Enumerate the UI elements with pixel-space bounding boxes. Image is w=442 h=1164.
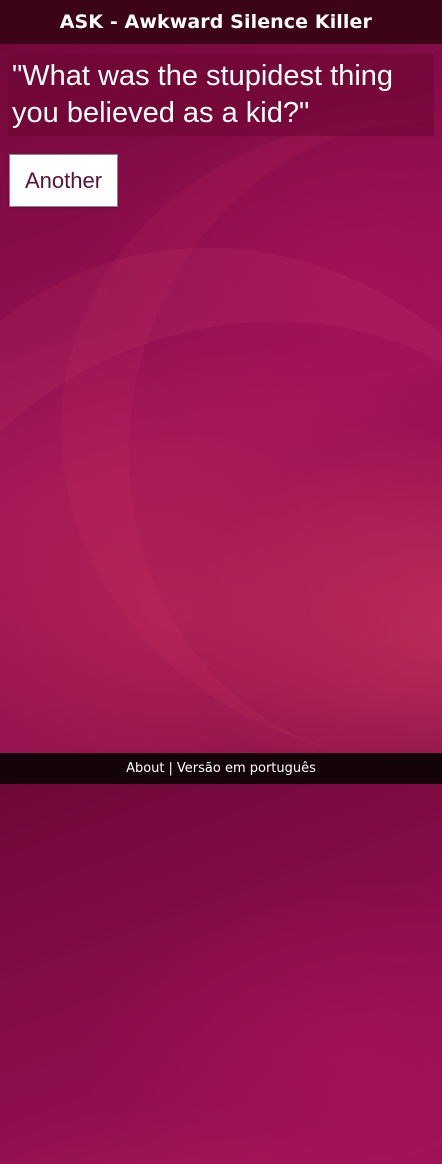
app-header: ASK - Awkward Silence Killer xyxy=(0,0,442,44)
another-question-button[interactable]: Another xyxy=(9,154,118,207)
background-swoosh xyxy=(0,125,442,1164)
footer-separator: | xyxy=(168,761,173,776)
portuguese-version-link[interactable]: Versão em português xyxy=(177,761,316,776)
app-title: ASK - Awkward Silence Killer xyxy=(59,11,372,33)
about-link[interactable]: About xyxy=(126,761,164,776)
footer: About | Versão em português xyxy=(0,753,442,784)
question-card: "What was the stupidest thing you believ… xyxy=(8,54,434,136)
question-text: "What was the stupidest thing you believ… xyxy=(12,60,394,129)
